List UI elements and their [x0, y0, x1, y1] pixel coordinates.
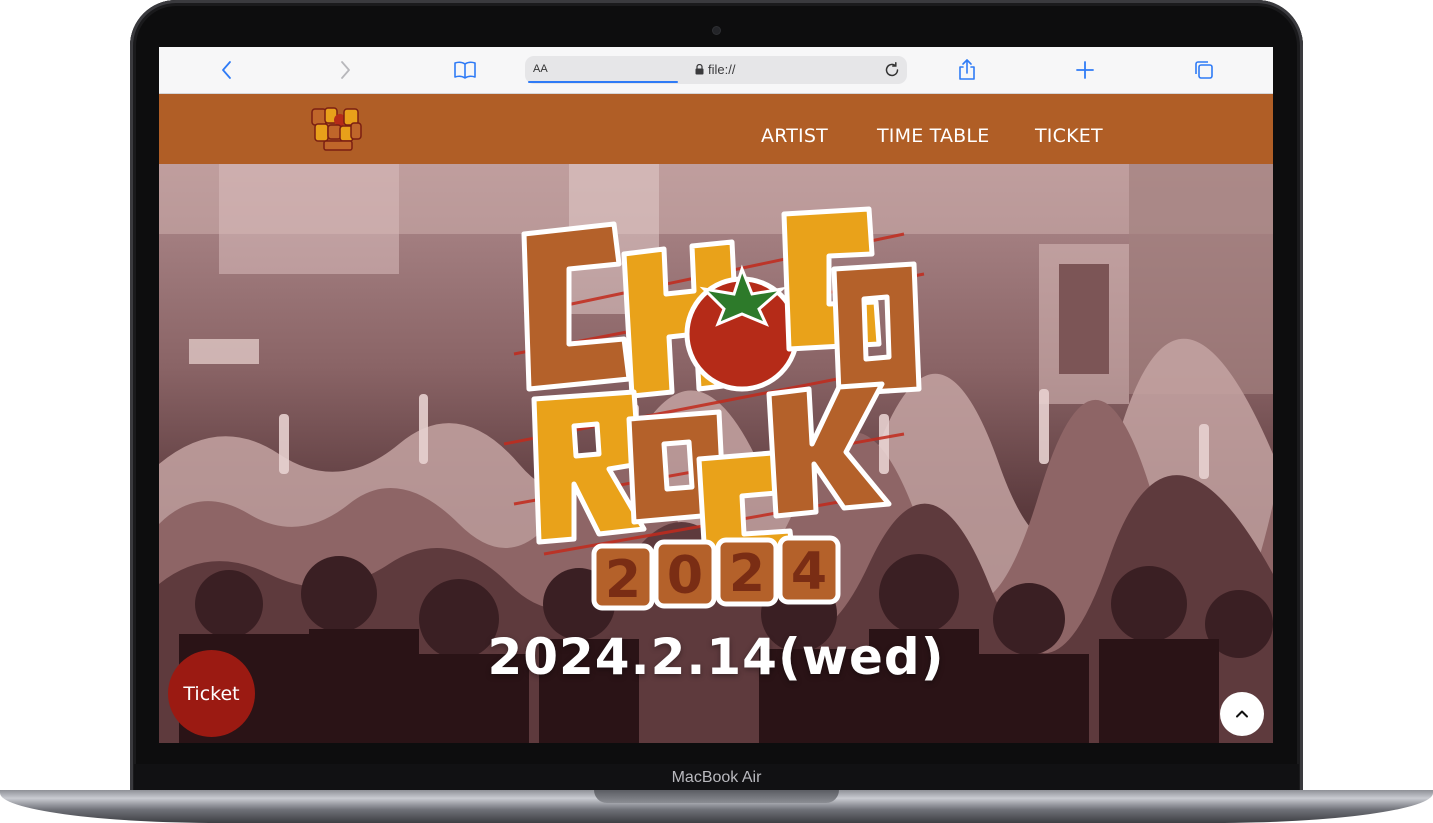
- site-header: ARTIST TIME TABLE TICKET: [159, 94, 1273, 164]
- camera-icon: [713, 27, 720, 34]
- new-tab-icon[interactable]: [1073, 58, 1097, 82]
- logo-year-digit: 4: [791, 542, 827, 602]
- scroll-to-top-button[interactable]: [1220, 692, 1264, 736]
- ticket-floating-button[interactable]: Ticket: [168, 650, 255, 737]
- nav-artist[interactable]: ARTIST: [761, 125, 828, 147]
- load-progress-bar: [528, 81, 678, 83]
- nav-timetable[interactable]: TIME TABLE: [877, 125, 989, 147]
- logo-year-digit: 0: [667, 546, 703, 606]
- device-label: MacBook Air: [671, 769, 762, 786]
- logo-year-digit: 2: [605, 550, 641, 610]
- chevron-up-icon: [1236, 710, 1248, 718]
- bookmarks-icon[interactable]: [453, 58, 477, 82]
- reload-icon[interactable]: [883, 61, 901, 79]
- share-icon[interactable]: [955, 58, 979, 82]
- url-value: file://: [708, 62, 736, 77]
- hero-section: 2 0 2 4 2024.2.14(wed) Ticket: [159, 164, 1273, 743]
- lock-icon: [695, 64, 704, 75]
- forward-icon[interactable]: [333, 58, 357, 82]
- address-bar[interactable]: AA file://: [525, 56, 907, 84]
- browser-toolbar: AA file://: [159, 47, 1273, 94]
- back-icon[interactable]: [215, 58, 239, 82]
- laptop-mockup: AA file:// ARTIST TIME TABLE TICKET 2 0 …: [0, 0, 1433, 823]
- festival-logo: 2 0 2 4: [503, 206, 925, 611]
- url-text[interactable]: file://: [695, 62, 735, 77]
- reader-options-button[interactable]: AA: [533, 63, 548, 75]
- logo-year-digit: 2: [729, 544, 765, 604]
- nav-ticket[interactable]: TICKET: [1035, 125, 1103, 147]
- site-logo[interactable]: [309, 106, 365, 154]
- event-date: 2024.2.14(wed): [487, 628, 945, 686]
- tabs-icon[interactable]: [1192, 58, 1216, 82]
- laptop-hinge-notch: [594, 790, 839, 803]
- browser-screen: AA file:// ARTIST TIME TABLE TICKET 2 0 …: [159, 47, 1273, 743]
